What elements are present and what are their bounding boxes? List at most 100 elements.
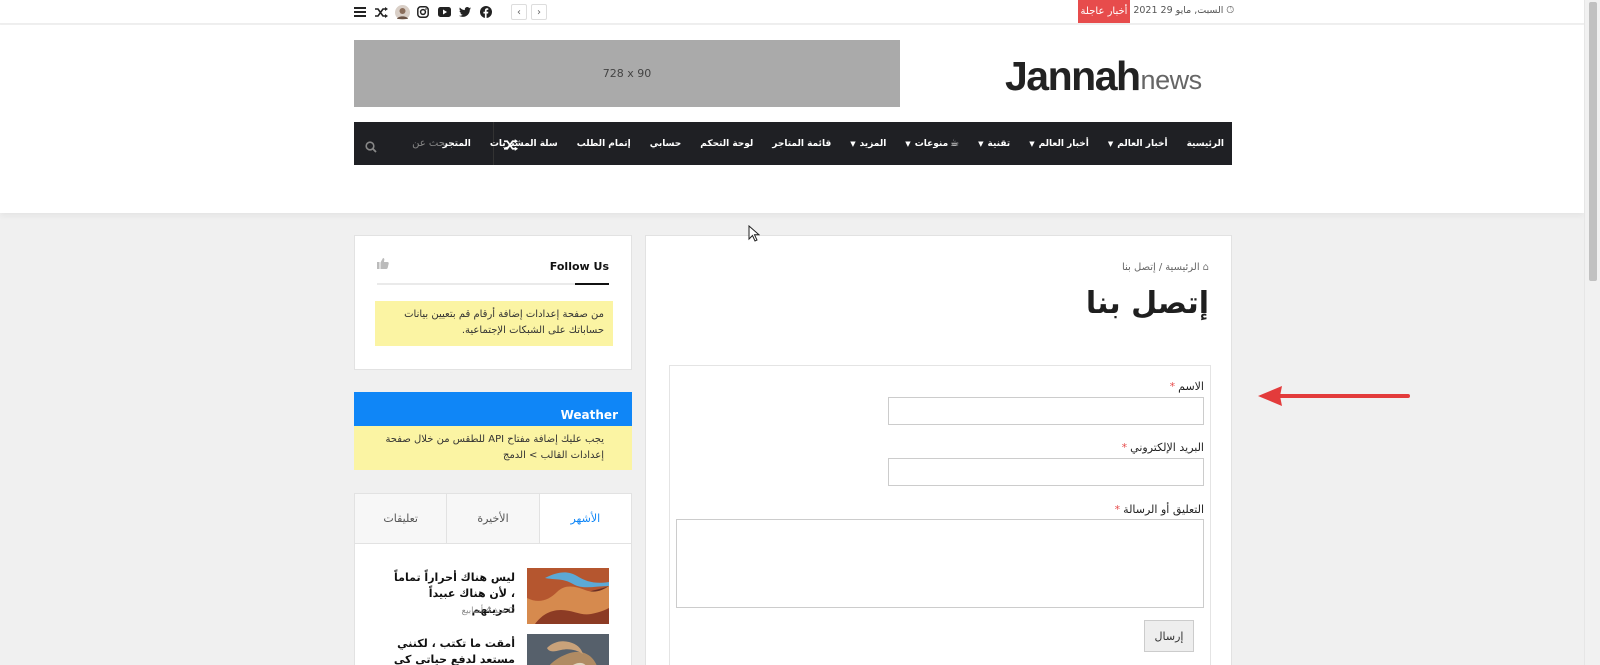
chevron-down-icon: ▼ [1107, 139, 1114, 148]
twitter-icon[interactable] [457, 4, 473, 20]
logo-sub-text: news [1140, 65, 1203, 95]
nav-item-account[interactable]: حسابي [650, 139, 682, 149]
scrollbar-thumb[interactable] [1589, 2, 1597, 281]
ad-banner[interactable]: 728 x 90 [354, 40, 900, 107]
widget-tabs: تعليقات الأخيرة الأشهر [355, 494, 631, 544]
nav-item-cart[interactable]: سلة المشتريات [490, 139, 558, 149]
breadcrumb-separator: / [1158, 262, 1163, 273]
post-title[interactable]: أمقت ما تكتب ، لكنني مستعد لدفع حياتي كي… [387, 636, 515, 665]
nav-item-stores[interactable]: قائمة المتاجر [772, 139, 831, 149]
email-field[interactable] [888, 458, 1204, 486]
name-field[interactable] [888, 397, 1204, 425]
page-title: إتصل بنا [1085, 286, 1209, 321]
nav-item-misc[interactable]: ☕︎ منوعات ▼ [905, 138, 959, 149]
required-mark: * [1114, 503, 1121, 516]
widget-title-underline [377, 283, 609, 285]
submit-button[interactable]: إرسال [1144, 620, 1194, 652]
list-item[interactable]: ليس هناك أحراراً تماماً ، لأن هناك عبيدا… [355, 568, 631, 628]
mouse-cursor-icon [748, 225, 760, 242]
nav-item-shop[interactable]: المتجر [443, 139, 471, 149]
weather-notice: يجب عليك إضافة مفتاح API للطقس من خلال ص… [354, 426, 632, 470]
top-bar: ‹ › أخبار عاجلة 🕓︎ السبت, مايو 29 2021 [0, 0, 1584, 24]
tab-comments[interactable]: تعليقات [355, 494, 448, 543]
contact-page-card: ⌂ الرئيسية / إتصل بنا إتصل بنا الاسم* ال… [645, 235, 1232, 665]
post-thumbnail[interactable] [527, 568, 609, 624]
weather-widget-header: Weather [354, 392, 632, 426]
breaking-news-label: أخبار عاجلة [1078, 0, 1130, 23]
ad-size-label: 728 x 90 [602, 67, 652, 80]
nav-menu: الرئيسية أخبار العالم ▼ أخبار العالم ▼ تقن… [424, 122, 1224, 165]
name-label-text: الاسم [1178, 380, 1204, 393]
nav-item-label: الرئيسية [1186, 138, 1224, 149]
nav-item-checkout[interactable]: إتمام الطلب [577, 139, 631, 149]
nav-item-world-news-2[interactable]: أخبار العالم ▼ [1029, 139, 1089, 149]
next-arrow-button[interactable]: › [531, 4, 547, 20]
search-icon[interactable] [365, 138, 377, 153]
chevron-down-icon: ▼ [1029, 139, 1035, 148]
email-label-text: البريد الإلكتروني [1130, 441, 1204, 454]
prev-arrow-button[interactable]: ‹ [511, 4, 527, 20]
required-mark: * [1121, 441, 1128, 454]
nav-item-label: لوحة التحكم [700, 138, 754, 149]
post-thumbnail[interactable] [527, 634, 609, 665]
annotation-arrow-icon [1258, 386, 1410, 406]
list-item[interactable]: أمقت ما تكتب ، لكنني مستعد لدفع حياتي كي… [355, 634, 631, 665]
home-icon: ⌂ [1202, 262, 1209, 273]
instagram-icon[interactable] [415, 4, 431, 20]
facebook-icon[interactable] [478, 4, 494, 20]
nav-item-label: أخبار العالم [1117, 138, 1168, 149]
clock-icon: 🕓︎ [508, 606, 515, 616]
breaking-news-arrows: ‹ › [507, 4, 547, 20]
breadcrumb: ⌂ الرئيسية / إتصل بنا [1122, 262, 1209, 273]
menu-icon[interactable] [352, 4, 368, 20]
avatar[interactable] [394, 4, 410, 20]
logo-main-text: Jannah [1005, 53, 1141, 99]
required-mark: * [1169, 380, 1176, 393]
current-date: 🕓︎ السبت, مايو 29 2021 [1133, 5, 1234, 16]
tab-recent[interactable]: الأخيرة [447, 494, 540, 543]
nav-item-world-news[interactable]: أخبار العالم ▼ [1108, 139, 1168, 149]
site-logo[interactable]: Jannah news [1005, 52, 1203, 99]
nav-item-label: المزيد [859, 138, 887, 149]
follow-us-widget: Follow Us من صفحة إعدادات إضافة أرقام قم… [354, 235, 632, 370]
follow-us-notice: من صفحة إعدادات إضافة أرقام قم بتعيين بي… [375, 301, 613, 346]
breadcrumb-current: إتصل بنا [1121, 262, 1156, 273]
nav-item-label: منوعات [914, 138, 949, 149]
nav-item-label: المتجر [442, 138, 471, 149]
top-bar-icons: ‹ › [352, 3, 547, 21]
nav-item-label: حسابي [649, 138, 682, 149]
message-label: التعليق أو الرسالة* [1115, 503, 1204, 516]
follow-us-title: Follow Us [549, 260, 609, 273]
nav-item-label: أخبار العالم [1038, 138, 1089, 149]
contact-form: الاسم* البريد الإلكتروني* التعليق أو الر… [669, 365, 1211, 665]
date-text: السبت, مايو 29 2021 [1133, 5, 1224, 16]
message-label-text: التعليق أو الرسالة [1123, 503, 1204, 516]
chevron-down-icon: ▼ [978, 139, 984, 148]
thumbs-up-icon [377, 258, 389, 272]
nav-item-more[interactable]: المزيد ▼ [850, 139, 886, 149]
scrollbar[interactable] [1584, 0, 1600, 665]
name-label: الاسم* [1170, 380, 1204, 393]
weather-title: Weather [560, 408, 618, 422]
nav-item-label: تقنية [987, 138, 1011, 149]
breadcrumb-home[interactable]: الرئيسية [1165, 262, 1199, 273]
tab-popular[interactable]: الأشهر [539, 494, 631, 543]
shuffle-icon[interactable] [373, 4, 389, 20]
main-navigation: الرئيسية أخبار العالم▼ أخبار العالم▼ تقن… [354, 122, 1232, 165]
post-meta: 🕓︎ منذ 4 أسابيع [462, 606, 515, 616]
message-field[interactable] [676, 519, 1204, 608]
nav-item-tech[interactable]: تقنية ▼ [978, 139, 1010, 149]
clock-icon: 🕓︎ [1226, 5, 1234, 16]
chevron-down-icon: ▼ [850, 139, 856, 148]
post-date: منذ 4 أسابيع [461, 606, 506, 616]
chevron-down-icon: ▼ [905, 139, 911, 148]
posts-tabs-widget: تعليقات الأخيرة الأشهر ليس هناك أحراراً … [354, 493, 632, 665]
nav-item-label: سلة المشتريات [489, 138, 558, 149]
nav-item-dashboard[interactable]: لوحة التحكم [700, 139, 753, 149]
nav-item-label: إتمام الطلب [576, 138, 631, 149]
nav-item-home[interactable]: الرئيسية [1187, 139, 1224, 149]
coffee-icon: ☕︎ [950, 138, 960, 149]
youtube-icon[interactable] [436, 4, 452, 20]
site-header: 728 x 90 Jannah news الرئيسية أخبار العا… [0, 25, 1584, 213]
email-label: البريد الإلكتروني* [1122, 441, 1204, 454]
